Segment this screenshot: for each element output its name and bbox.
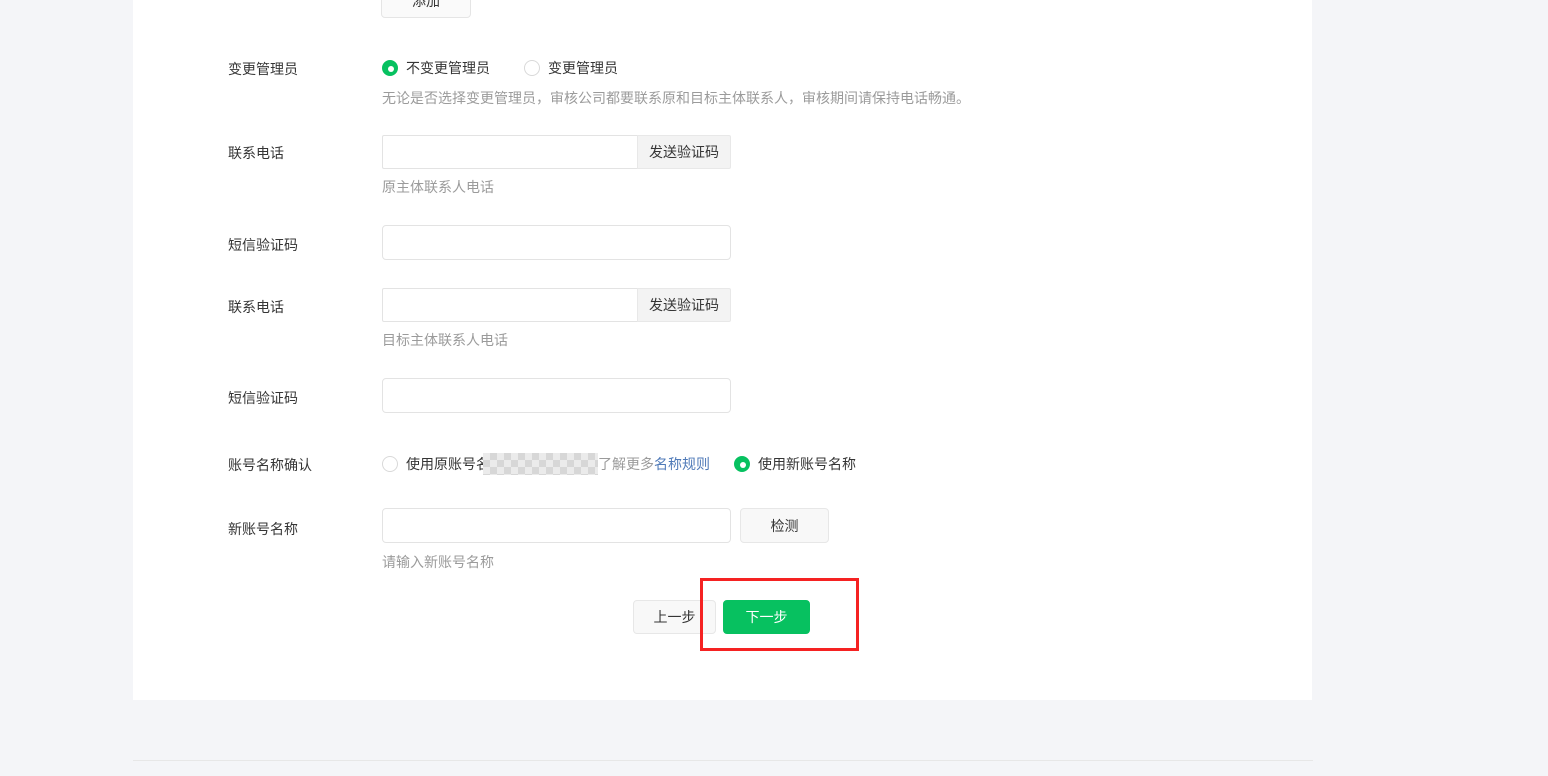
sms-original-input[interactable]: [382, 225, 731, 260]
new-account-name-label: 新账号名称: [228, 520, 298, 538]
phone-target-group: 发送验证码: [382, 288, 731, 322]
account-name-confirm-group: 使用原账号名称 了解更多 名称规则 使用新账号名称: [382, 453, 856, 475]
send-code-button-original[interactable]: 发送验证码: [637, 135, 731, 169]
phone-original-label: 联系电话: [228, 144, 284, 162]
sms-target-label: 短信验证码: [228, 389, 298, 407]
phone-original-helper: 原主体联系人电话: [382, 178, 494, 196]
next-step-button[interactable]: 下一步: [723, 600, 810, 634]
radio-unselected-icon: [382, 456, 398, 472]
admin-change-radio-group: 不变更管理员 变更管理员: [382, 58, 618, 78]
radio-option-label: 变更管理员: [548, 58, 618, 78]
prev-step-button[interactable]: 上一步: [633, 600, 716, 634]
redacted-account-name: [483, 453, 598, 475]
page: { "window": { "bg_color": "#f4f5f8", "pa…: [0, 0, 1548, 776]
phone-target-label: 联系电话: [228, 298, 284, 316]
phone-original-input[interactable]: [382, 135, 637, 169]
radio-option-no-change[interactable]: 不变更管理员: [382, 58, 490, 78]
radio-option-new-name[interactable]: 使用新账号名称: [734, 454, 856, 474]
phone-original-group: 发送验证码: [382, 135, 731, 169]
new-account-name-input[interactable]: [382, 508, 731, 543]
sms-target-input[interactable]: [382, 378, 731, 413]
radio-option-change[interactable]: 变更管理员: [524, 58, 618, 78]
footer-divider: [133, 760, 1313, 761]
form-panel: 添加 变更管理员 不变更管理员 变更管理员 无论是否选择变更管理员，审核公司都要…: [133, 0, 1312, 700]
radio-selected-icon: [382, 60, 398, 76]
admin-change-label: 变更管理员: [228, 60, 298, 78]
learn-more-text: 了解更多: [598, 454, 654, 474]
new-account-name-helper: 请输入新账号名称: [382, 553, 494, 571]
send-code-button-target[interactable]: 发送验证码: [637, 288, 731, 322]
radio-option-label: 使用新账号名称: [758, 454, 856, 474]
radio-unselected-icon: [524, 60, 540, 76]
name-rules-link[interactable]: 名称规则: [654, 454, 710, 474]
add-button[interactable]: 添加: [381, 0, 471, 18]
account-name-confirm-label: 账号名称确认: [228, 456, 312, 474]
phone-target-input[interactable]: [382, 288, 637, 322]
phone-target-helper: 目标主体联系人电话: [382, 331, 508, 349]
check-name-button[interactable]: 检测: [740, 508, 829, 543]
admin-change-note: 无论是否选择变更管理员，审核公司都要联系原和目标主体联系人，审核期间请保持电话畅…: [382, 89, 970, 107]
radio-option-label: 不变更管理员: [406, 58, 490, 78]
radio-selected-icon: [734, 456, 750, 472]
sms-original-label: 短信验证码: [228, 236, 298, 254]
